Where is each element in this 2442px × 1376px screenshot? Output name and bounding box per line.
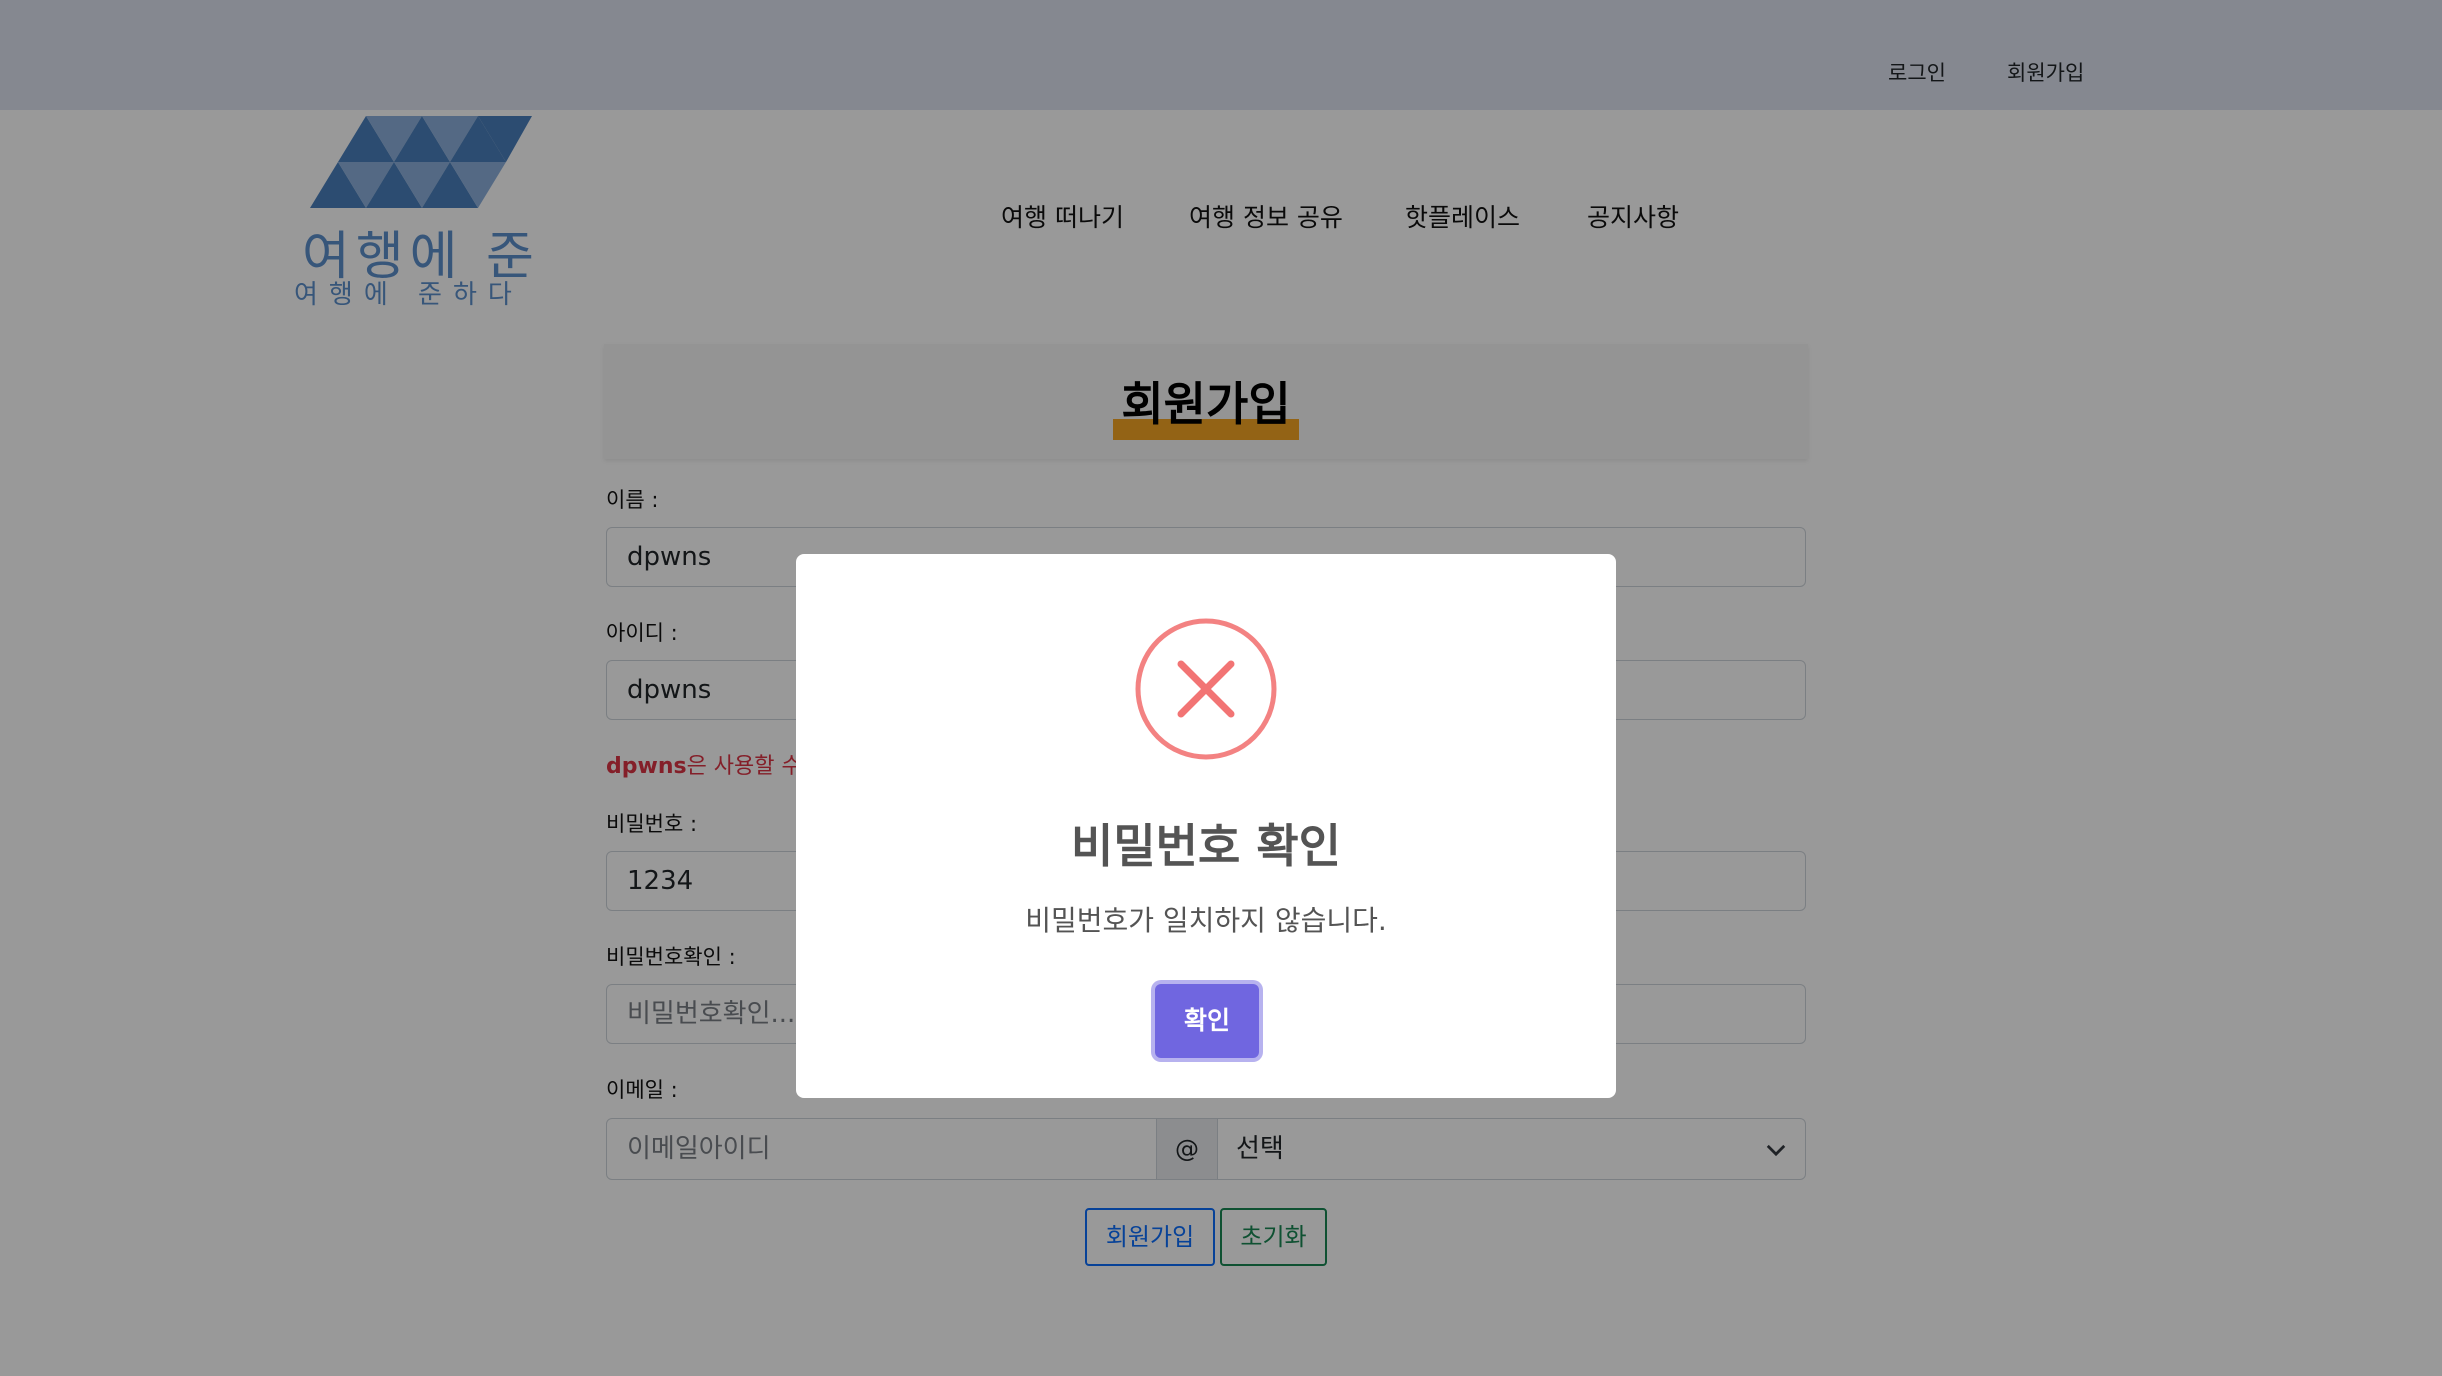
error-dialog: 비밀번호 확인 비밀번호가 일치하지 않습니다. 확인: [796, 554, 1616, 1098]
dialog-title: 비밀번호 확인: [1071, 819, 1341, 873]
error-x-icon: [1135, 618, 1277, 760]
dialog-message: 비밀번호가 일치하지 않습니다.: [1025, 904, 1387, 937]
dialog-confirm-button[interactable]: 확인: [1155, 984, 1259, 1058]
